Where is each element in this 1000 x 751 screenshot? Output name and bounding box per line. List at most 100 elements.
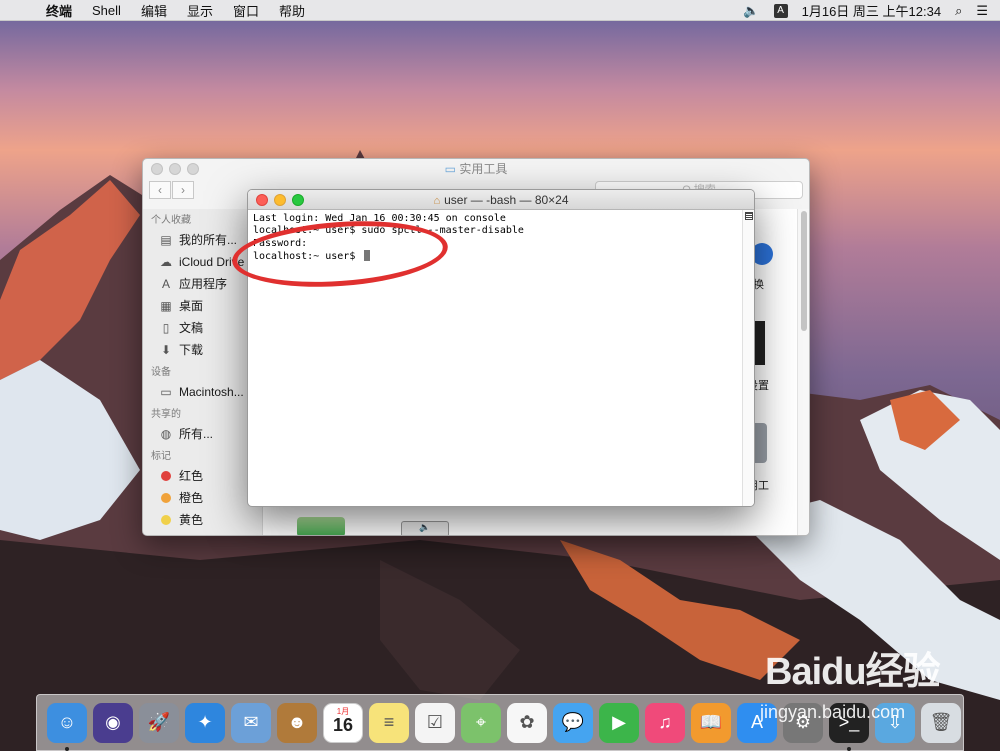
terminal-titlebar[interactable]: ⌂ user — -bash — 80×24 — [248, 190, 754, 210]
notification-center-icon[interactable]: ☰ — [976, 3, 988, 19]
dock-mail-icon[interactable]: ✉ — [231, 702, 271, 743]
menu-edit[interactable]: 编辑 — [141, 1, 167, 20]
terminal-close-button[interactable] — [256, 194, 268, 206]
volume-icon[interactable]: 🔈 — [743, 3, 759, 19]
terminal-title: user — -bash — 80×24 — [444, 193, 569, 207]
clock[interactable]: 1月16日 周三 上午12:34 — [802, 1, 941, 20]
sidebar-item-label: 我的所有... — [179, 233, 238, 247]
dock-siri-icon[interactable]: ◉ — [93, 702, 133, 743]
menu-shell[interactable]: Shell — [92, 3, 121, 18]
messages-glyph: 💬 — [561, 712, 585, 732]
desktop-icon: ▦ — [160, 299, 172, 313]
finder-title: 实用工具 — [459, 162, 508, 176]
finder-glyph: ☺ — [57, 712, 77, 732]
network-icon: ◍ — [160, 427, 172, 441]
sidebar-item-all-shared[interactable]: ◍ 所有... — [143, 423, 262, 445]
dock-trash-icon[interactable]: 🗑 — [921, 702, 961, 743]
sidebar-item-label: 所有... — [179, 427, 214, 441]
terminal-scrollbar[interactable] — [742, 210, 754, 506]
devices-header: 设备 — [151, 367, 171, 378]
watermark-url: jingyan.baidu.com — [760, 702, 906, 722]
dock-messages-icon[interactable]: 💬 — [553, 702, 593, 743]
home-icon: ⌂ — [433, 195, 441, 207]
speaker-icon[interactable]: 🔈 — [401, 521, 449, 535]
dock-launchpad-icon[interactable]: 🚀 — [139, 702, 179, 743]
forward-button[interactable]: › — [172, 181, 194, 199]
shared-header: 共享的 — [151, 409, 181, 420]
sidebar-item-desktop[interactable]: ▦ 桌面 — [143, 295, 262, 317]
sidebar-item-documents[interactable]: ▯ 文稿 — [143, 317, 262, 339]
back-button[interactable]: ‹ — [149, 181, 171, 199]
finder-scrollbar[interactable] — [797, 209, 809, 535]
scroll-marker-icon[interactable] — [745, 212, 753, 220]
all-files-icon: ▤ — [160, 233, 172, 247]
finder-minimize-button[interactable] — [169, 163, 181, 175]
sidebar-item-label: 橙色 — [179, 491, 204, 505]
running-indicator — [847, 746, 851, 751]
sidebar-item-applications[interactable]: A 应用程序 — [143, 273, 262, 295]
yellow-tag-icon — [161, 515, 171, 525]
app-icon-bottom-1[interactable] — [297, 517, 345, 535]
reminders-glyph: ☑ — [426, 712, 444, 732]
running-indicator — [65, 746, 69, 751]
cloud-icon: ☁ — [160, 255, 172, 269]
sidebar-item-downloads[interactable]: ⬇ 下载 — [143, 339, 262, 361]
contacts-glyph: ☻ — [287, 712, 307, 732]
sidebar-tag-yellow[interactable]: 黄色 — [143, 509, 262, 531]
menu-help[interactable]: 帮助 — [279, 1, 305, 20]
ibooks-glyph: 📖 — [699, 712, 723, 732]
dock-itunes-icon[interactable]: ♫ — [645, 702, 685, 743]
menu-bar: 终端 Shell 编辑 显示 窗口 帮助 🔈 A 1月16日 周三 上午12:3… — [0, 0, 1000, 21]
red-tag-icon — [161, 471, 171, 481]
terminal-zoom-button[interactable] — [292, 194, 304, 206]
photos-glyph: ✿ — [519, 712, 535, 732]
orange-tag-icon — [161, 493, 171, 503]
finder-scroll-thumb[interactable] — [801, 211, 807, 331]
finder-zoom-button[interactable] — [187, 163, 199, 175]
sidebar-item-label: Macintosh... — [179, 385, 244, 399]
sidebar-item-label: 文稿 — [179, 321, 204, 335]
dock-ibooks-icon[interactable]: 📖 — [691, 702, 731, 743]
download-icon: ⬇ — [160, 343, 172, 357]
finder-titlebar: ▭ 实用工具 — [143, 159, 809, 179]
dock-maps-icon[interactable]: ⌖ — [461, 702, 501, 743]
dock-photos-icon[interactable]: ✿ — [507, 702, 547, 743]
dock-reminders-icon[interactable]: ☑ — [415, 702, 455, 743]
input-method-indicator[interactable]: A — [773, 3, 788, 18]
itunes-glyph: ♫ — [658, 712, 672, 732]
dock-calendar-icon[interactable]: 1月 16 — [323, 702, 363, 743]
dock-facetime-icon[interactable]: ▶ — [599, 702, 639, 743]
trash-glyph: 🗑 — [929, 712, 953, 732]
menu-window[interactable]: 窗口 — [233, 1, 259, 20]
dock-safari-icon[interactable]: ✦ — [185, 702, 225, 743]
menu-app-terminal[interactable]: 终端 — [46, 1, 72, 20]
mail-glyph: ✉ — [243, 712, 259, 732]
terminal-minimize-button[interactable] — [274, 194, 286, 206]
finder-close-button[interactable] — [151, 163, 163, 175]
dock-finder-icon[interactable]: ☺ — [47, 702, 87, 751]
sidebar-item-label: 应用程序 — [179, 277, 228, 291]
baidu-jingyan-watermark: Baidu经验 — [765, 651, 941, 693]
spotlight-search-icon[interactable]: ⌕ — [955, 3, 962, 19]
notes-glyph: ≡ — [383, 712, 395, 732]
sidebar-tag-red[interactable]: 红色 — [143, 465, 262, 487]
sidebar-item-label: 红色 — [179, 469, 204, 483]
favorites-header: 个人收藏 — [151, 215, 191, 226]
maps-glyph: ⌖ — [475, 712, 487, 732]
launchpad-glyph: 🚀 — [147, 712, 171, 732]
tags-header: 标记 — [151, 451, 171, 462]
sidebar-item-label: 黄色 — [179, 513, 204, 527]
sidebar-tag-orange[interactable]: 橙色 — [143, 487, 262, 509]
folder-icon: ▭ — [444, 162, 456, 176]
sidebar-item-macintosh[interactable]: ▭ Macintosh... — [143, 381, 262, 403]
dock-notes-icon[interactable]: ≡ — [369, 702, 409, 743]
safari-glyph: ✦ — [197, 712, 213, 732]
sidebar-item-label: 桌面 — [179, 299, 204, 313]
calendar-day: 16 — [332, 714, 354, 735]
facetime-glyph: ▶ — [612, 712, 626, 732]
dock-contacts-icon[interactable]: ☻ — [277, 702, 317, 743]
menu-view[interactable]: 显示 — [187, 1, 213, 20]
applications-icon: A — [161, 277, 170, 291]
document-icon: ▯ — [162, 321, 170, 335]
sidebar-item-label: 下载 — [179, 343, 204, 357]
